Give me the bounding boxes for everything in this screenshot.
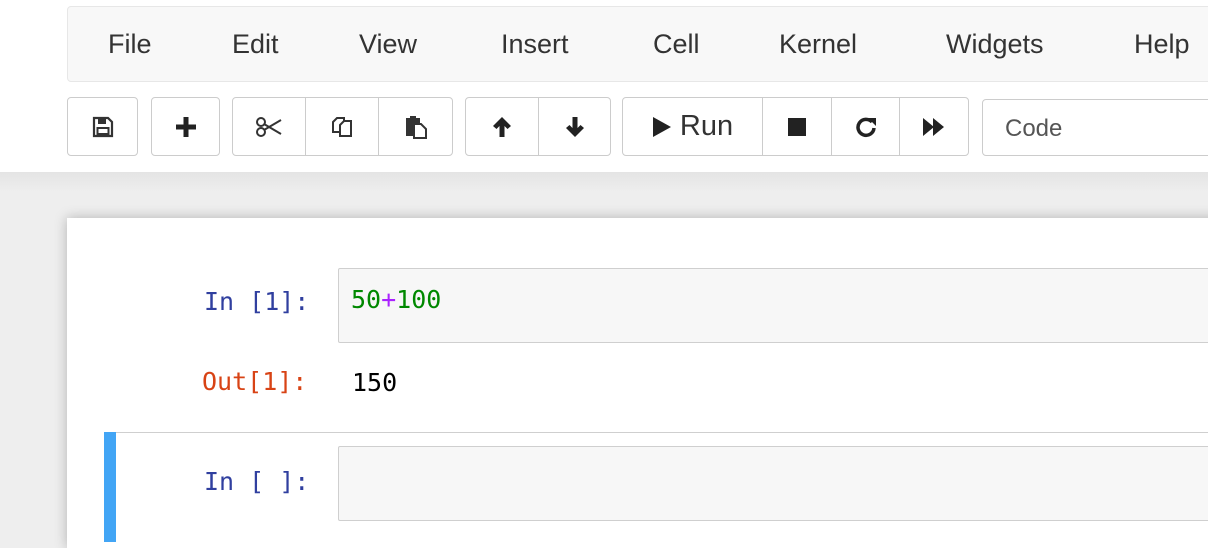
code-token-number: 50 [351, 285, 382, 314]
save-button[interactable] [67, 97, 138, 156]
move-down-button[interactable] [538, 97, 611, 156]
save-icon [92, 116, 114, 138]
restart-icon [855, 116, 877, 138]
restart-button[interactable] [831, 97, 900, 156]
play-icon [652, 116, 672, 138]
code-input[interactable]: 50+100 [338, 268, 1208, 343]
menu-cell[interactable]: Cell [653, 29, 700, 60]
cell-type-select[interactable]: Code [982, 99, 1208, 156]
plus-icon [175, 116, 197, 138]
stop-icon [787, 117, 807, 137]
menu-view[interactable]: View [359, 29, 417, 60]
paste-button[interactable] [378, 97, 453, 156]
output-value: 150 [352, 368, 398, 397]
copy-icon [330, 115, 354, 139]
menu-insert[interactable]: Insert [501, 29, 569, 60]
input-prompt: In [ ]: [204, 467, 310, 496]
menu-edit[interactable]: Edit [232, 29, 279, 60]
interrupt-button[interactable] [762, 97, 832, 156]
arrow-down-icon [565, 116, 585, 138]
menu-kernel[interactable]: Kernel [779, 29, 857, 60]
fast-forward-icon [922, 117, 946, 137]
menu-file[interactable]: File [108, 29, 152, 60]
input-prompt: In [1]: [204, 287, 310, 316]
copy-button[interactable] [305, 97, 379, 156]
menu-widgets[interactable]: Widgets [946, 29, 1044, 60]
restart-run-all-button[interactable] [899, 97, 969, 156]
code-line: 50+100 [351, 285, 441, 314]
menu-help[interactable]: Help [1134, 29, 1190, 60]
move-up-button[interactable] [465, 97, 539, 156]
code-token-number: 100 [396, 285, 442, 314]
header-shadow [0, 172, 1208, 192]
code-token-operator: + [381, 285, 397, 314]
run-button[interactable]: Run [622, 97, 763, 156]
menubar: File Edit View Insert Cell Kernel Widget… [67, 6, 1208, 82]
insert-cell-button[interactable] [151, 97, 220, 156]
selected-cell-indicator [104, 432, 116, 542]
run-label: Run [679, 110, 734, 142]
arrow-up-icon [492, 116, 512, 138]
scissors-icon [255, 116, 283, 138]
code-input-empty[interactable] [338, 446, 1208, 521]
paste-icon [404, 115, 428, 139]
cut-button[interactable] [232, 97, 306, 156]
output-prompt: Out[1]: [202, 367, 308, 396]
